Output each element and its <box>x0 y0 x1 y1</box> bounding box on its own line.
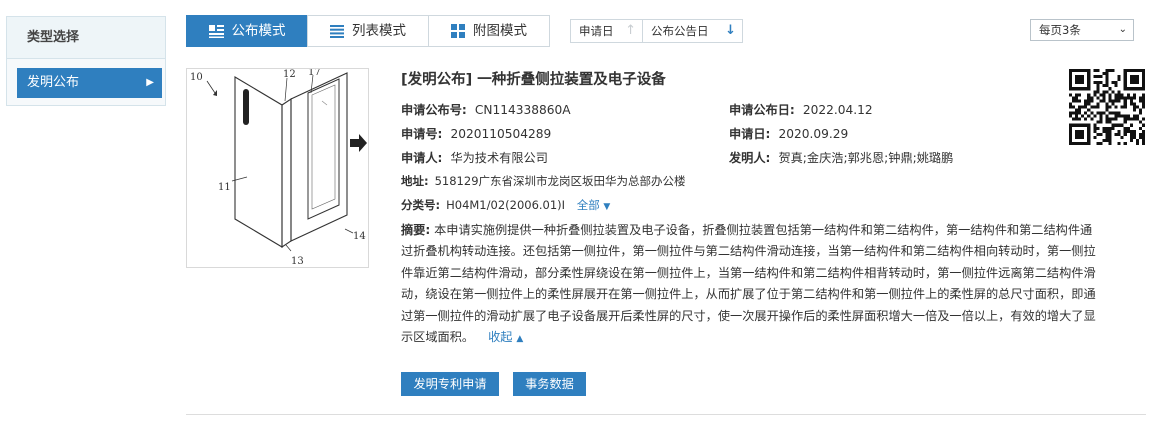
tab-list-mode[interactable]: 列表模式 <box>307 15 429 47</box>
publication-date-field: 申请公布日: 2022.04.12 <box>729 103 873 117</box>
patent-title[interactable]: [发明公布] 一种折叠侧拉装置及电子设备 <box>401 68 666 89</box>
abstract-line: 示区域面积。 收起 ▲ <box>401 330 524 345</box>
chevron-right-icon: ▶ <box>146 77 154 88</box>
type-selection-panel: 类型选择 发明公布 ▶ <box>6 16 166 106</box>
tab-publication-mode[interactable]: 公布模式 <box>186 15 308 47</box>
tab-image-mode[interactable]: 附图模式 <box>428 15 550 47</box>
sort-label: 公布公告日 <box>651 24 709 38</box>
view-toolbar: 公布模式 列表模式 附图模式 申请日 ↑ 公布公告日 ↓ 每页3条 ⌄ <box>186 15 1146 47</box>
application-number-field: 申请号: 2020110504289 <box>401 127 552 141</box>
arrow-down-icon: ↓ <box>725 23 736 38</box>
caret-down-icon: ▼ <box>603 202 611 212</box>
applicant-field: 申请人: 华为技术有限公司 <box>401 151 548 165</box>
result-divider <box>186 414 1146 415</box>
classification-field: 分类号: H04M1/02(2006.01)I 全部 ▼ <box>401 198 611 212</box>
grid-icon <box>451 24 465 38</box>
device-illustration: 10 12 17 11 13 14 <box>190 67 367 267</box>
list-detail-icon <box>208 24 224 38</box>
show-all-classes-link[interactable]: 全部 ▼ <box>577 198 611 212</box>
tab-label: 公布模式 <box>231 23 286 39</box>
publication-number-field: 申请公布号: CN114338860A <box>401 103 571 117</box>
sidebar-title: 类型选择 <box>7 17 165 59</box>
abstract-text: 摘要: 本申请实施例提供一种折叠侧拉装置及电子设备，折叠侧拉装置包括第一结构件和… <box>401 220 1146 350</box>
sort-label: 申请日 <box>579 24 614 38</box>
qr-code <box>1069 69 1145 145</box>
address-field: 地址: 518129广东省深圳市龙岗区坂田华为总部办公楼 <box>401 174 686 188</box>
drawing-label: 11 <box>218 182 231 193</box>
sidebar-item-label: 发明公布 <box>27 75 80 90</box>
per-page-select[interactable]: 每页3条 ⌄ <box>1030 19 1134 41</box>
sidebar-item-invention-publication[interactable]: 发明公布 ▶ <box>17 68 162 98</box>
abstract-line: 件靠近第二结构件滑动，部分柔性屏绕设在第一侧拉件上，当第一结构件和第二结构件相背… <box>401 265 1096 280</box>
per-page-value: 每页3条 <box>1039 23 1081 37</box>
drawing-label: 14 <box>353 231 366 242</box>
collapse-link[interactable]: 收起 ▲ <box>488 330 523 344</box>
inventor-field: 发明人: 贺真;金庆浩;郭兆恩;钟鼎;姚璐鹏 <box>729 151 954 165</box>
application-date-field: 申请日: 2020.09.29 <box>729 127 849 141</box>
list-lines-icon <box>330 24 344 38</box>
abstract-line: 过折叠机构转动连接。还包括第一侧拉件，第一侧拉件与第二结构件滑动连接，当第一结构… <box>401 244 1096 259</box>
drawing-label: 10 <box>190 72 203 83</box>
abstract-line: 摘要: 本申请实施例提供一种折叠侧拉装置及电子设备，折叠侧拉装置包括第一结构件和… <box>401 223 1093 237</box>
arrow-up-icon: ↑ <box>625 23 636 38</box>
caret-up-icon: ▲ <box>516 334 524 345</box>
tab-label: 列表模式 <box>352 23 406 39</box>
sort-group: 申请日 ↑ 公布公告日 ↓ <box>570 19 743 43</box>
abstract-line: 动，绕设在第一侧拉件上的柔性屏展开在第一侧拉件上，从而扩展了位于第二结构件和第一… <box>401 287 1096 302</box>
drawing-label: 17 <box>308 69 321 78</box>
drawing-label: 13 <box>291 256 304 267</box>
tab-label: 附图模式 <box>473 23 527 39</box>
abstract-line: 过第一侧拉件的滑动扩展了电子设备展开后柔性屏的尺寸，使一次展开操作后的柔性屏面积… <box>401 308 1096 323</box>
transaction-data-button[interactable]: 事务数据 <box>513 372 586 396</box>
sort-by-publication-date[interactable]: 公布公告日 ↓ <box>643 20 742 42</box>
patent-drawing[interactable]: 10 12 17 11 13 14 <box>186 67 369 268</box>
abstract-label: 摘要: <box>401 223 431 237</box>
chevron-down-icon: ⌄ <box>1118 24 1127 35</box>
invention-application-button[interactable]: 发明专利申请 <box>401 372 499 396</box>
drawing-label: 12 <box>283 69 296 80</box>
sort-by-application-date[interactable]: 申请日 ↑ <box>571 20 643 42</box>
